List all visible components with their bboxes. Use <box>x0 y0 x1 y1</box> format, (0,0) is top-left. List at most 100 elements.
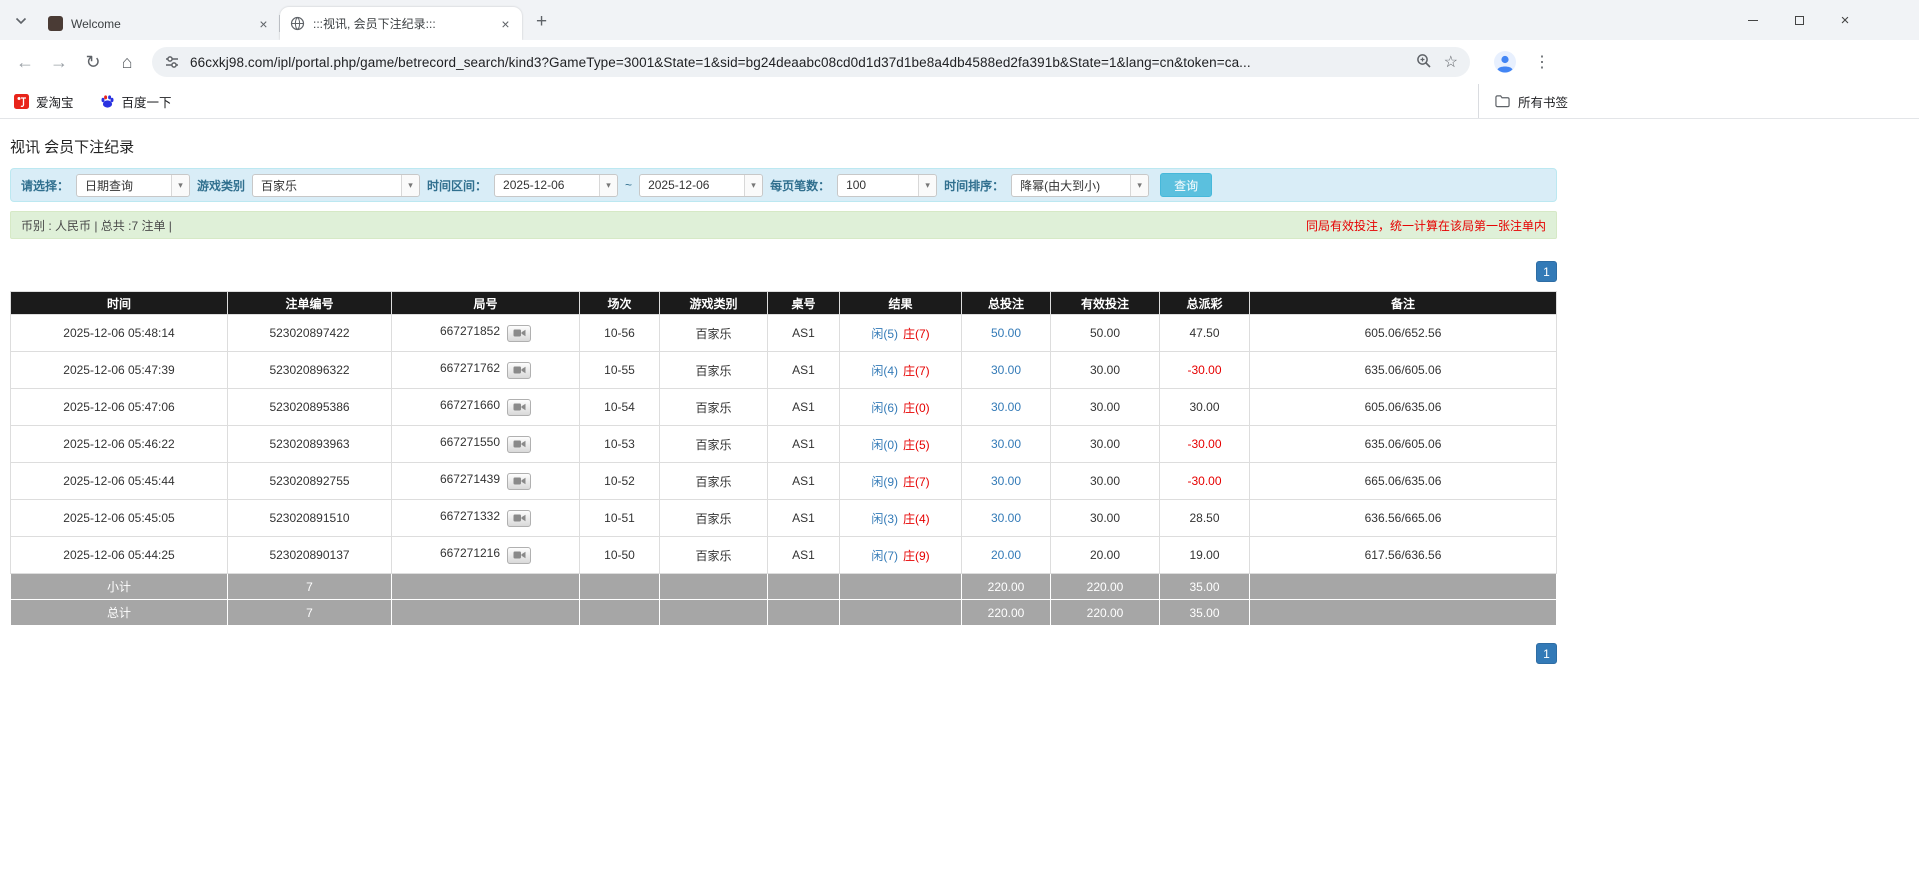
select-type-label: 请选择： <box>21 178 70 193</box>
round-id-value: 667271216 <box>439 546 501 561</box>
remark-cell: 617.56/636.56 <box>1249 536 1557 574</box>
address-bar[interactable]: 66cxkj98.com/ipl/portal.php/game/betreco… <box>152 47 1470 77</box>
video-replay-button[interactable] <box>507 398 532 416</box>
tab-betrecord[interactable]: :::视讯, 会员下注纪录::: × <box>280 7 522 40</box>
bookmark-baidu[interactable]: 百度一下 <box>100 92 172 111</box>
round-id-cell: 667271216 <box>391 536 580 574</box>
forward-button[interactable]: → <box>42 45 76 79</box>
column-header: 游戏类别 <box>659 291 768 315</box>
round-id-cell: 667271332 <box>391 499 580 537</box>
all-bookmarks-button[interactable]: 所有书签 <box>1478 84 1568 118</box>
camera-icon <box>513 477 526 485</box>
sort-order-select[interactable]: 降幂(由大到小) ▾ <box>1011 173 1150 197</box>
grand-total-total-bet: 220.00 <box>961 599 1051 626</box>
camera-icon <box>513 440 526 448</box>
page-size-value: 100 <box>846 178 867 192</box>
home-button[interactable]: ⌂ <box>110 45 144 79</box>
valid-bet-cell: 20.00 <box>1050 536 1160 574</box>
player-result: 闲(7) <box>871 548 898 563</box>
table-number-cell: AS1 <box>767 314 840 352</box>
web-page: 视讯 会员下注纪录 请选择： 日期查询 ▾ 游戏类别 百家乐 ▾ 时间区间： 2… <box>0 119 1919 664</box>
page-size-select[interactable]: 100 ▾ <box>837 173 938 197</box>
refresh-button[interactable]: ↻ <box>76 45 110 79</box>
bet-row: 2025-12-06 05:47:39 523020896322 6672717… <box>10 351 1557 389</box>
chevron-down-icon: ▾ <box>1130 174 1149 196</box>
result-cell: 闲(9) 庄(7) <box>839 462 962 500</box>
round-id-cell: 667271550 <box>391 425 580 463</box>
search-button[interactable]: 查询 <box>1160 173 1213 197</box>
video-replay-button[interactable] <box>507 509 532 527</box>
valid-bet-cell: 30.00 <box>1050 388 1160 426</box>
date-to-select[interactable]: 2025-12-06 ▾ <box>639 173 764 197</box>
close-icon: × <box>1840 11 1850 29</box>
video-replay-button[interactable] <box>507 361 532 379</box>
tab-welcome[interactable]: Welcome × <box>38 7 280 40</box>
query-type-select[interactable]: 日期查询 ▾ <box>76 173 191 197</box>
payout-cell: 30.00 <box>1159 388 1250 426</box>
total-bet-link[interactable]: 30.00 <box>961 388 1051 426</box>
folder-icon <box>1495 94 1510 109</box>
bet-row: 2025-12-06 05:48:14 523020897422 6672718… <box>10 314 1557 352</box>
total-bet-link[interactable]: 50.00 <box>961 314 1051 352</box>
minimize-button[interactable] <box>1730 0 1776 40</box>
bet-id-cell: 523020893963 <box>227 425 392 463</box>
bookmark-aitaobao[interactable]: 爱淘宝 <box>14 92 74 111</box>
subtotal-total-bet: 220.00 <box>961 573 1051 600</box>
zoom-icon[interactable] <box>1416 53 1432 72</box>
bookmark-label: 爱淘宝 <box>36 95 74 110</box>
total-bet-link[interactable]: 30.00 <box>961 462 1051 500</box>
player-result: 闲(0) <box>871 437 898 452</box>
column-header: 注单编号 <box>227 291 392 315</box>
bet-time-cell: 2025-12-06 05:45:44 <box>10 462 228 500</box>
total-bet-link[interactable]: 30.00 <box>961 499 1051 537</box>
browser-chrome: Welcome × :::视讯, 会员下注纪录::: × + × ← → ↻ ⌂… <box>0 0 1919 119</box>
chevron-down-icon: ▾ <box>599 174 618 196</box>
video-replay-button[interactable] <box>507 324 532 342</box>
session-cell: 10-51 <box>579 499 660 537</box>
browser-menu-button[interactable]: ⋮ <box>1530 50 1554 74</box>
date-from-select[interactable]: 2025-12-06 ▾ <box>494 173 619 197</box>
payout-cell: 47.50 <box>1159 314 1250 352</box>
tab-search-button[interactable] <box>8 8 34 34</box>
site-settings-icon[interactable] <box>164 54 180 70</box>
bet-row: 2025-12-06 05:46:22 523020893963 6672715… <box>10 425 1557 463</box>
table-number-cell: AS1 <box>767 499 840 537</box>
url-text[interactable]: 66cxkj98.com/ipl/portal.php/game/betreco… <box>190 55 1406 70</box>
video-replay-button[interactable] <box>507 472 532 490</box>
back-button[interactable]: ← <box>8 45 42 79</box>
remark-cell: 605.06/635.06 <box>1249 388 1557 426</box>
bookmark-star-icon[interactable]: ☆ <box>1444 52 1458 72</box>
subtotal-payout: 35.00 <box>1159 573 1250 600</box>
game-type-cell: 百家乐 <box>659 314 768 352</box>
page-button-1[interactable]: 1 <box>1536 643 1557 664</box>
bet-row: 2025-12-06 05:45:44 523020892755 6672714… <box>10 462 1557 500</box>
bet-time-cell: 2025-12-06 05:47:39 <box>10 351 228 389</box>
camera-icon <box>513 366 526 374</box>
table-header-row: 时间 注单编号 局号 场次 游戏类别 桌号 结果 总投注 有效投注 总派彩 备注 <box>10 291 1557 315</box>
payout-cell: 28.50 <box>1159 499 1250 537</box>
bet-time-cell: 2025-12-06 05:47:06 <box>10 388 228 426</box>
close-window-button[interactable]: × <box>1822 0 1868 40</box>
round-id-value: 667271550 <box>439 435 501 450</box>
maximize-button[interactable] <box>1776 0 1822 40</box>
video-replay-button[interactable] <box>507 435 532 453</box>
sort-order-label: 时间排序： <box>944 178 1005 193</box>
table-number-cell: AS1 <box>767 351 840 389</box>
total-bet-link[interactable]: 20.00 <box>961 536 1051 574</box>
tab-close-icon[interactable]: × <box>497 15 514 32</box>
game-type-select[interactable]: 百家乐 ▾ <box>252 173 421 197</box>
tab-close-icon[interactable]: × <box>255 15 272 32</box>
round-id-value: 667271660 <box>439 398 501 413</box>
bet-id-cell: 523020896322 <box>227 351 392 389</box>
total-bet-link[interactable]: 30.00 <box>961 425 1051 463</box>
chevron-down-icon <box>15 17 27 25</box>
subtotal-label: 小计 <box>10 573 228 600</box>
valid-bet-cell: 30.00 <box>1050 425 1160 463</box>
page-button-1[interactable]: 1 <box>1536 261 1557 282</box>
video-replay-button[interactable] <box>507 546 532 564</box>
banker-result: 庄(9) <box>903 548 930 563</box>
new-tab-button[interactable]: + <box>528 8 555 35</box>
total-bet-link[interactable]: 30.00 <box>961 351 1051 389</box>
profile-avatar[interactable] <box>1492 49 1518 75</box>
globe-favicon-icon <box>290 16 305 31</box>
